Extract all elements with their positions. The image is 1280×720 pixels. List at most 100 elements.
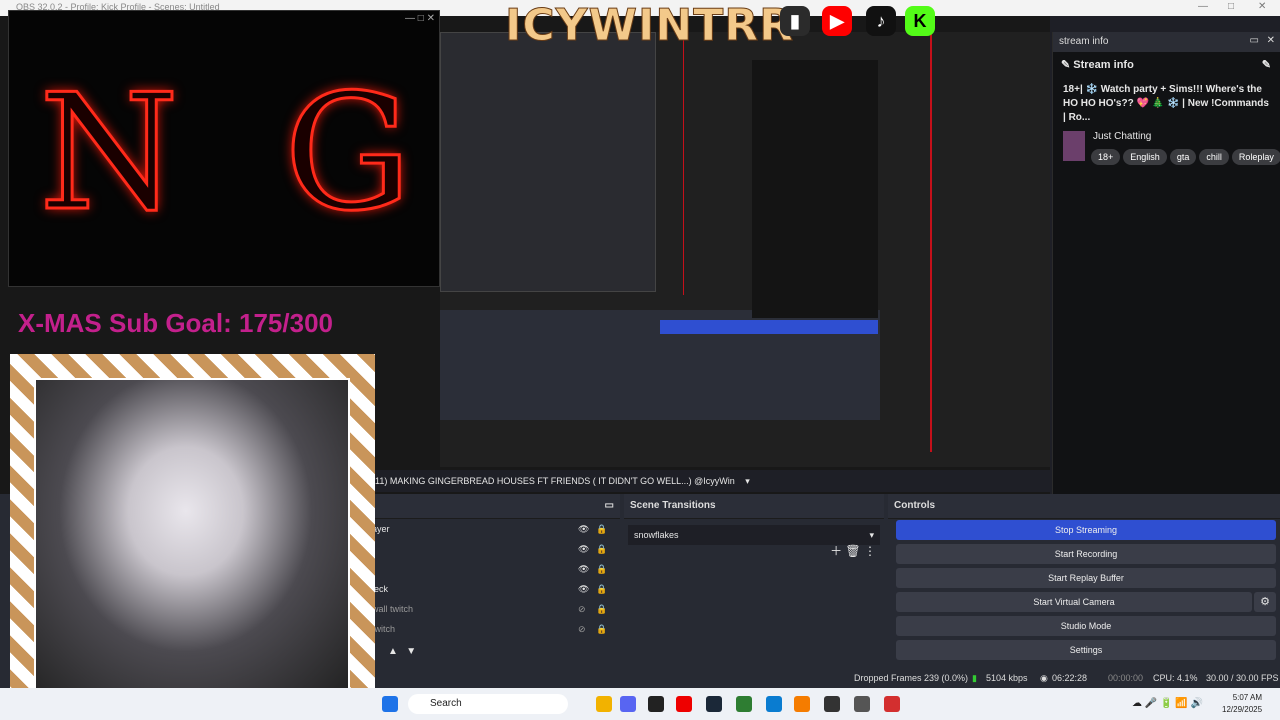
windows-start-icon[interactable]	[382, 696, 398, 712]
dropped-frames: Dropped Frames 239 (0.0%)	[854, 673, 969, 683]
tag-chip[interactable]: 18+	[1091, 149, 1121, 165]
steam-icon[interactable]	[706, 696, 722, 712]
stream-time: 06:22:28	[1052, 673, 1088, 683]
excel-icon[interactable]	[736, 696, 752, 712]
eye-hidden-icon[interactable]: ⊘	[578, 619, 586, 639]
lock-icon[interactable]: 🔒	[596, 559, 607, 579]
eye-icon[interactable]: 👁	[578, 539, 589, 559]
opera-icon[interactable]	[676, 696, 692, 712]
source-item[interactable]: 👁 🔒	[372, 559, 620, 579]
edge-icon[interactable]	[766, 696, 782, 712]
taskbar-search[interactable]: Search	[408, 694, 568, 714]
lock-icon[interactable]: 🔒	[596, 579, 607, 599]
eye-icon[interactable]: 👁	[578, 559, 589, 579]
scene-transitions-panel: Scene Transitions snowflakes ▾ ＋ 🗑 ⋮	[624, 494, 884, 668]
eye-icon[interactable]: 👁	[578, 519, 589, 539]
start-virtual-camera-button[interactable]: Start Virtual Camera	[896, 592, 1252, 612]
lock-icon[interactable]: 🔒	[596, 519, 607, 539]
dock-header: ✎ Stream info ✎	[1053, 52, 1280, 77]
source-item[interactable]: leck 👁 🔒	[372, 579, 620, 599]
sources-header: ▭	[372, 494, 620, 519]
chevron-down-icon[interactable]: ▾	[745, 476, 750, 486]
lock-icon[interactable]: 🔒	[596, 539, 607, 559]
bitrate: 5104 kbps	[986, 673, 1028, 683]
red-guide-line-small	[683, 40, 684, 295]
sources-list: ayer 👁 🔒 👁 🔒 👁 🔒 leck 👁 🔒 wall twitch ⊘ 🔒 twitch…	[372, 519, 620, 639]
webcam-feed	[34, 378, 350, 694]
category-row: Just Chatting 18+ English gta chill Roleplay	[1053, 131, 1280, 165]
category-thumbnail	[1063, 131, 1085, 161]
move-buttons[interactable]: ▲ ▼	[388, 646, 416, 657]
webcam-overlay	[10, 354, 375, 720]
minimize-icon[interactable]: —	[1198, 1, 1208, 12]
edit-icon[interactable]: ✎	[1262, 58, 1271, 71]
transitions-header: Scene Transitions	[624, 494, 884, 519]
ng-overlay: N G — □ ✕	[8, 10, 440, 287]
wifi-icon: ◉	[1040, 673, 1048, 683]
system-tray-icons[interactable]: ☁ 🎤 🔋 📶 🔊	[1132, 698, 1203, 709]
scene-name: (11) MAKING GINGERBREAD HOUSES FT FRIEND…	[372, 476, 735, 486]
tag-list: 18+ English gta chill Roleplay	[1091, 147, 1280, 165]
pencil-icon: ✎	[1061, 59, 1071, 71]
start-replay-buffer-button[interactable]: Start Replay Buffer	[896, 568, 1276, 588]
stream-title: 18+| ❄️ Watch party + Sims!!! Where's th…	[1063, 84, 1269, 123]
close-icon[interactable]: ✕	[1258, 1, 1266, 12]
discord-icon[interactable]	[620, 696, 636, 712]
maximize-icon[interactable]: □	[1228, 1, 1234, 12]
dock-close-icon[interactable]: ✕	[1267, 35, 1275, 46]
fps: 30.00 / 30.00 FPS	[1206, 673, 1279, 683]
kick-icon: K	[905, 6, 935, 36]
settings-button[interactable]: Settings	[896, 640, 1276, 660]
start-recording-button[interactable]: Start Recording	[896, 544, 1276, 564]
dock-titlebar: stream info ▭ ✕	[1053, 32, 1280, 52]
source-item[interactable]: twitch ⊘ 🔒	[372, 619, 620, 639]
source-item[interactable]: ayer 👁 🔒	[372, 519, 620, 539]
notification-app-icon[interactable]	[884, 696, 900, 712]
file-explorer-icon[interactable]	[596, 696, 612, 712]
twitch-icon: ▮	[780, 6, 810, 36]
eye-icon[interactable]: 👁	[578, 579, 589, 599]
dock-title: stream info	[1059, 36, 1109, 47]
tag-chip[interactable]: Roleplay	[1231, 149, 1280, 165]
app-icon-3[interactable]	[854, 696, 870, 712]
sources-panel: ▭ ayer 👁 🔒 👁 🔒 👁 🔒 leck 👁 🔒 wall twitch ⊘ 🔒 twit…	[372, 494, 620, 668]
tag-chip[interactable]: chill	[1199, 149, 1229, 165]
transition-value: snowflakes	[634, 530, 679, 540]
lock-icon[interactable]: 🔒	[596, 619, 607, 639]
eye-hidden-icon[interactable]: ⊘	[578, 599, 586, 619]
app-icon-2[interactable]	[824, 696, 840, 712]
signal-icon: ▮	[972, 673, 977, 683]
youtube-icon: ▶	[822, 6, 852, 36]
tag-chip[interactable]: English	[1123, 149, 1167, 165]
scene-bar[interactable]: (11) MAKING GINGERBREAD HOUSES FT FRIEND…	[372, 470, 1052, 492]
lock-icon[interactable]: 🔒	[596, 599, 607, 619]
sub-goal-text: X-MAS Sub Goal: 175/300	[18, 308, 333, 338]
stop-streaming-button[interactable]: Stop Streaming	[896, 520, 1276, 540]
app-icon[interactable]	[794, 696, 810, 712]
cpu-usage: CPU: 4.1%	[1153, 673, 1198, 683]
ng-letter-g: G	[283, 58, 414, 248]
stream-info-heading: Stream info	[1073, 59, 1134, 71]
tag-chip[interactable]: gta	[1169, 149, 1197, 165]
search-label: Search	[430, 698, 462, 709]
gear-icon[interactable]: ⚙	[1254, 592, 1276, 612]
brand-logo-text: ICYWINTRR	[504, 0, 795, 52]
rec-time: 00:00:00	[1108, 673, 1144, 683]
panel-float-icon[interactable]: ▭	[605, 494, 614, 518]
ng-letter-n: N	[38, 58, 181, 248]
obs-icon[interactable]	[648, 696, 664, 712]
source-item[interactable]: 👁 🔒	[372, 539, 620, 559]
overlay-window-controls[interactable]: — □ ✕	[405, 13, 435, 24]
red-guide-line	[930, 32, 932, 452]
nested-stop-button	[660, 320, 878, 334]
tiktok-icon: ♪	[866, 6, 896, 36]
nested-dock	[752, 60, 878, 318]
stream-info-dock: stream info ▭ ✕ ✎ Stream info ✎ 18+| ❄️ …	[1052, 32, 1280, 494]
source-item[interactable]: wall twitch ⊘ 🔒	[372, 599, 620, 619]
studio-mode-button[interactable]: Studio Mode	[896, 616, 1276, 636]
dock-float-icon[interactable]: ▭	[1250, 35, 1259, 46]
clock-date: 12/29/2025	[1222, 705, 1263, 714]
clock[interactable]: 5:07 AM 12/29/2025	[1222, 692, 1262, 716]
transition-tools[interactable]: ＋ 🗑 ⋮	[830, 542, 876, 559]
nested-preview	[440, 32, 1050, 467]
